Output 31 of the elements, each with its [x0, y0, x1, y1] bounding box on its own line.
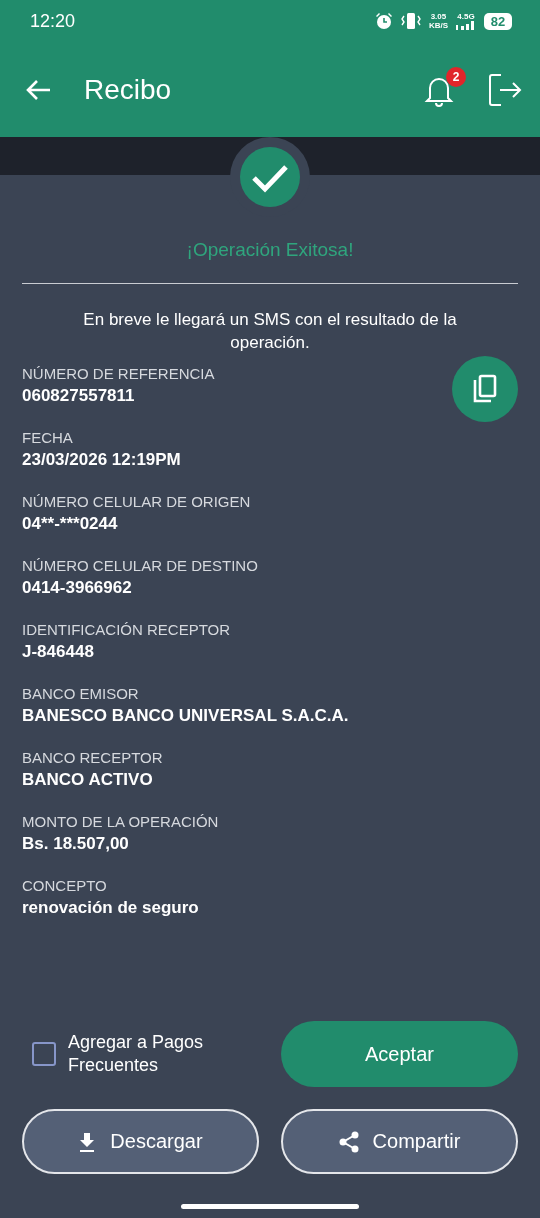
download-button[interactable]: Descargar	[22, 1109, 259, 1174]
field-value: 23/03/2026 12:19PM	[22, 449, 181, 471]
field-label: CONCEPTO	[22, 876, 108, 896]
share-button[interactable]: Compartir	[281, 1109, 518, 1174]
field-value: BANESCO BANCO UNIVERSAL S.A.C.A.	[22, 705, 349, 727]
field-label: MONTO DE LA OPERACIÓN	[22, 812, 220, 832]
network-type: 4.5G	[457, 12, 475, 21]
field-label: NÚMERO DE REFERENCIA	[22, 364, 216, 384]
field-value: BANCO ACTIVO	[22, 769, 153, 791]
field-label: BANCO RECEPTOR	[22, 748, 164, 768]
battery-level: 82	[490, 13, 506, 29]
field-label: IDENTIFICACIÓN RECEPTOR	[22, 620, 232, 640]
field-label: FECHA	[22, 428, 74, 448]
field-label: NÚMERO CELULAR DE DESTINO	[22, 556, 259, 576]
field-value: J-846448	[22, 641, 94, 663]
info-message: En breve le llegará un SMS con el resultado de la operación.	[82, 309, 458, 354]
field-value: Bs. 18.507,00	[22, 833, 129, 855]
success-title: ¡Operación Exitosa!	[185, 239, 355, 261]
field-label: NÚMERO CELULAR DE ORIGEN	[22, 492, 252, 512]
field-value: renovación de seguro	[22, 897, 199, 919]
field-label: BANCO EMISOR	[22, 684, 140, 704]
accept-button[interactable]: Aceptar	[281, 1021, 518, 1087]
network-speed: 3.05	[430, 12, 447, 21]
field-value: 060827557811	[22, 385, 135, 407]
notification-badge: 2	[446, 66, 466, 87]
speed-unit: KB/S	[428, 21, 448, 30]
status-time: 12:20	[30, 10, 76, 32]
screen-title: Recibo	[84, 73, 172, 106]
field-value: 0414-3966962	[22, 577, 132, 599]
field-value: 04**-***0244	[22, 513, 118, 535]
checkbox-label[interactable]: Agregar a Pagos Frecuentes	[68, 1031, 238, 1077]
